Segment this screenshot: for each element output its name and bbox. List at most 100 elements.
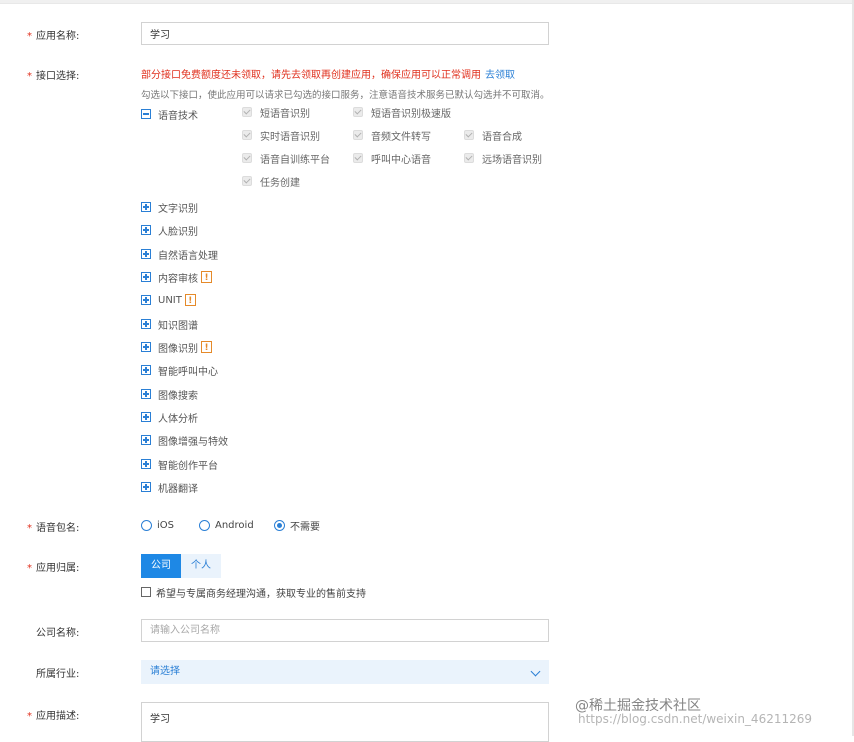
- free-quota-warning: 部分接口免费额度还未领取，请先去领取再创建应用，确保应用可以正常调用 去领取: [141, 66, 515, 81]
- tree-node-category[interactable]: 机器翻译: [141, 480, 198, 495]
- speech-checkbox[interactable]: 短语音识别: [242, 105, 310, 120]
- expand-icon[interactable]: [141, 202, 151, 212]
- app-name-input[interactable]: [141, 22, 549, 45]
- app-name-label-text: 应用名称:: [36, 31, 80, 42]
- speech-checkbox[interactable]: 短语音识别极速版: [353, 105, 451, 120]
- tree-node-category[interactable]: 文字识别: [141, 200, 198, 215]
- radio-checked-icon: [274, 519, 285, 531]
- speech-checkbox[interactable]: 任务创建: [242, 174, 300, 189]
- voice-package-label-text: 语音包名:: [36, 523, 80, 534]
- checkbox-icon: [353, 153, 363, 163]
- tree-node-label: 知识图谱: [158, 320, 198, 332]
- warning-badge-icon: !: [184, 294, 196, 306]
- speech-checkbox[interactable]: 语音合成: [464, 128, 522, 143]
- tree-node-category[interactable]: 图像识别!: [141, 340, 212, 355]
- radio-label: iOS: [157, 519, 174, 531]
- checkbox-icon: [464, 153, 474, 163]
- description-textarea[interactable]: 学习: [141, 702, 549, 742]
- tree-node-category[interactable]: 内容审核!: [141, 270, 212, 285]
- expand-icon[interactable]: [141, 225, 151, 235]
- speech-checkbox[interactable]: 语音自训练平台: [242, 151, 330, 166]
- expand-icon[interactable]: [141, 435, 151, 445]
- checkbox-label: 短语音识别: [260, 108, 310, 120]
- checkbox-label: 音频文件转写: [371, 131, 431, 143]
- ownership-label: * 应用归属:: [27, 559, 79, 574]
- radio-label: 不需要: [290, 521, 320, 533]
- description-label-text: 应用描述:: [36, 711, 80, 722]
- radio-none[interactable]: 不需要: [274, 518, 320, 533]
- radio-ios[interactable]: iOS: [141, 518, 174, 532]
- expand-icon[interactable]: [141, 389, 151, 399]
- speech-checkbox[interactable]: 实时语音识别: [242, 128, 320, 143]
- tree-node-category[interactable]: 知识图谱: [141, 317, 198, 332]
- checkbox-label: 实时语音识别: [260, 131, 320, 143]
- tree-node-label: 智能呼叫中心: [158, 366, 218, 378]
- tree-node-label: 人脸识别: [158, 226, 198, 238]
- api-select-label: * 接口选择:: [27, 67, 79, 82]
- tree-node-category[interactable]: 自然语言处理: [141, 247, 218, 262]
- tree-node-label: 语音技术: [158, 110, 198, 122]
- company-name-input[interactable]: [141, 619, 549, 642]
- description-label: * 应用描述:: [27, 707, 79, 722]
- tree-node-label: 智能创作平台: [158, 460, 218, 472]
- api-select-label-text: 接口选择:: [36, 71, 80, 82]
- tree-node-speech[interactable]: 语音技术: [141, 107, 198, 122]
- checkbox-icon: [242, 130, 252, 140]
- expand-icon[interactable]: [141, 412, 151, 422]
- warning-badge-icon: !: [201, 271, 212, 283]
- radio-circle-icon: [199, 519, 210, 531]
- checkbox-label: 短语音识别极速版: [371, 108, 451, 120]
- tree-node-category[interactable]: 人体分析: [141, 410, 198, 425]
- checkbox-icon: [353, 130, 363, 140]
- checkbox-label: 希望与专属商务经理沟通，获取专业的售前支持: [156, 588, 366, 600]
- checkbox-icon: [242, 176, 252, 186]
- tree-node-category[interactable]: 人脸识别: [141, 223, 198, 238]
- radio-circle-icon: [141, 519, 152, 531]
- radio-android[interactable]: Android: [199, 518, 254, 532]
- industry-select[interactable]: 请选择: [141, 660, 549, 684]
- ownership-company-button[interactable]: 公司: [141, 554, 181, 578]
- checkbox-icon: [141, 587, 151, 597]
- required-mark: *: [27, 31, 32, 42]
- url-watermark: https://blog.csdn.net/weixin_46211269: [578, 712, 813, 726]
- expand-icon[interactable]: [141, 365, 151, 375]
- tree-node-label: UNIT: [158, 294, 182, 306]
- tree-node-category[interactable]: UNIT!: [141, 293, 196, 307]
- ownership-personal-button[interactable]: 个人: [181, 554, 221, 578]
- chevron-down-icon: [530, 666, 541, 677]
- expand-icon[interactable]: [141, 319, 151, 329]
- required-mark: *: [27, 711, 32, 722]
- checkbox-icon: [242, 153, 252, 163]
- api-hint: 勾选以下接口，使此应用可以请求已勾选的接口服务，注意语音技术服务已默认勾选并不可…: [141, 90, 550, 101]
- tree-node-label: 人体分析: [158, 413, 198, 425]
- checkbox-icon: [353, 107, 363, 117]
- industry-select-value: 请选择: [150, 666, 180, 677]
- checkbox-icon: [464, 130, 474, 140]
- warning-badge-icon: !: [201, 341, 212, 353]
- expand-icon[interactable]: [141, 249, 151, 259]
- tree-node-category[interactable]: 智能创作平台: [141, 457, 218, 472]
- radio-label: Android: [215, 519, 254, 531]
- speech-checkbox[interactable]: 远场语音识别: [464, 151, 542, 166]
- voice-package-label: * 语音包名:: [27, 519, 79, 534]
- checkbox-label: 语音自训练平台: [260, 154, 330, 166]
- expand-icon[interactable]: [141, 459, 151, 469]
- presales-support-checkbox[interactable]: 希望与专属商务经理沟通，获取专业的售前支持: [141, 585, 366, 600]
- tree-node-label: 图像搜索: [158, 390, 198, 402]
- tree-node-category[interactable]: 图像增强与特效: [141, 433, 228, 448]
- expand-icon[interactable]: [141, 482, 151, 492]
- required-mark: *: [27, 523, 32, 534]
- tree-node-category[interactable]: 智能呼叫中心: [141, 363, 218, 378]
- collapse-icon[interactable]: [141, 109, 151, 119]
- app-name-label: * 应用名称:: [27, 27, 79, 42]
- claim-link[interactable]: 去领取: [485, 70, 515, 81]
- expand-icon[interactable]: [141, 342, 151, 352]
- expand-icon[interactable]: [141, 272, 151, 282]
- checkbox-label: 语音合成: [482, 131, 522, 143]
- expand-icon[interactable]: [141, 295, 151, 305]
- top-border: [0, 0, 854, 4]
- tree-node-label: 机器翻译: [158, 483, 198, 495]
- speech-checkbox[interactable]: 音频文件转写: [353, 128, 431, 143]
- tree-node-category[interactable]: 图像搜索: [141, 387, 198, 402]
- speech-checkbox[interactable]: 呼叫中心语音: [353, 151, 431, 166]
